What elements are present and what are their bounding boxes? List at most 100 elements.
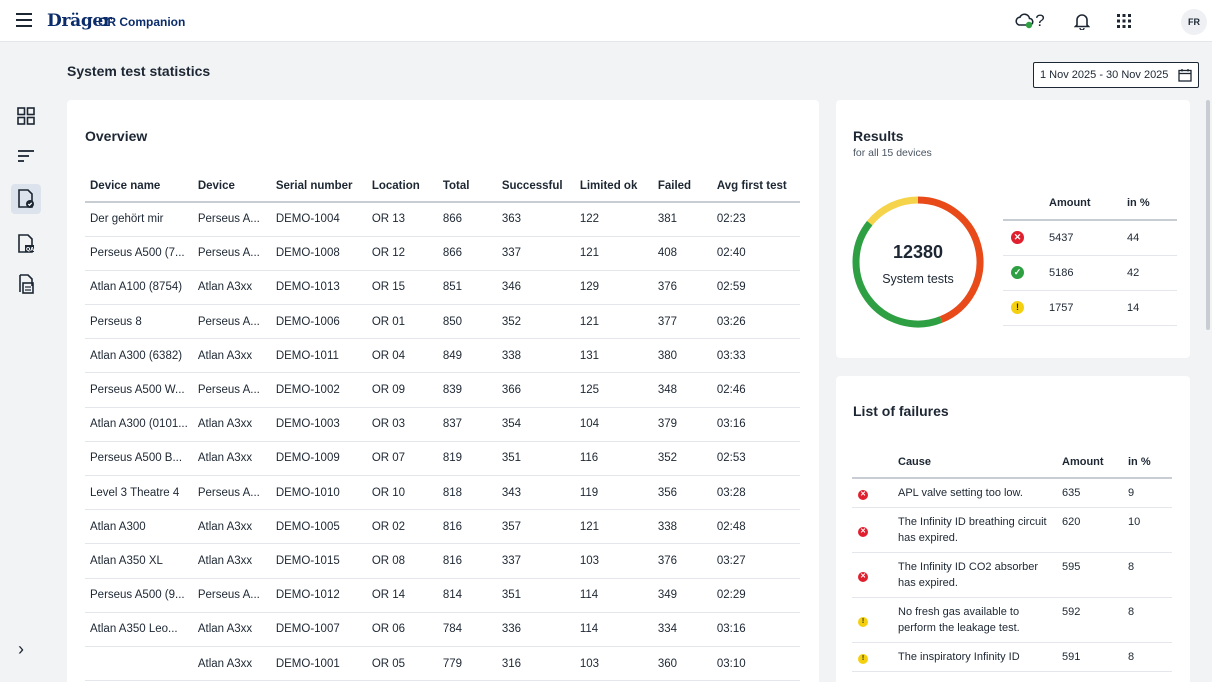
cell-avg-first-test: 03:16 xyxy=(711,612,800,647)
help-icon[interactable]: ? xyxy=(1028,9,1052,33)
cell-successful: 354 xyxy=(496,407,575,442)
table-row[interactable]: Atlan A100 (8754) Atlan A3xx DEMO-1013 OR 1… xyxy=(85,270,800,306)
cell-avg-first-test: 03:27 xyxy=(711,543,800,579)
cell-limited-ok: 114 xyxy=(574,612,653,647)
cell-failed: 334 xyxy=(652,612,712,647)
warning-status-icon: ! xyxy=(858,617,868,627)
user-avatar[interactable]: FR xyxy=(1181,9,1207,35)
col-limited-ok[interactable]: Limited ok xyxy=(574,170,653,203)
failed-status-icon: ✕ xyxy=(858,527,868,537)
cell-failed: 356 xyxy=(652,475,712,511)
qa-report-icon[interactable]: QA xyxy=(14,232,38,256)
cell-successful: 343 xyxy=(496,475,575,511)
cell-location: OR 12 xyxy=(366,236,438,271)
table-row[interactable]: Atlan A350 XL Atlan A3xx DEMO-1015 OR 08 816… xyxy=(85,543,800,579)
cell-device: Perseus A... xyxy=(192,202,271,237)
col-serial-number[interactable]: Serial number xyxy=(270,170,367,203)
overview-title: Overview xyxy=(85,128,148,144)
cell-avg-first-test: 03:28 xyxy=(711,475,800,511)
cell-device: Atlan A3xx xyxy=(192,270,271,306)
table-row[interactable]: Level 3 Theatre 4 Perseus A... DEMO-1010 OR… xyxy=(85,475,800,511)
cell-location: OR 04 xyxy=(366,338,438,374)
cell-location: OR 13 xyxy=(366,202,438,237)
list-filter-icon[interactable] xyxy=(14,144,38,168)
cell-limited-ok: 131 xyxy=(574,338,653,374)
page-scrollbar[interactable] xyxy=(1206,100,1210,330)
failure-amount: 595 xyxy=(1056,552,1122,598)
table-row[interactable]: Perseus A500 (9... Perseus A... DEMO-1012 O… xyxy=(85,578,800,613)
cell-device: Atlan A3xx xyxy=(192,612,271,647)
results-percent: 42 xyxy=(1119,255,1177,291)
cell-device: Perseus A... xyxy=(192,304,271,340)
col-total[interactable]: Total xyxy=(437,170,497,203)
cell-device-name: Atlan A100 (8754) xyxy=(85,270,193,306)
col-location[interactable]: Location xyxy=(366,170,438,203)
cell-device: Perseus A... xyxy=(192,236,271,271)
table-row[interactable]: Atlan A300 Atlan A3xx DEMO-1005 OR 02 816 357… xyxy=(85,509,800,545)
cell-serial-number: DEMO-1005 xyxy=(270,509,367,545)
table-row[interactable]: Perseus 8 Perseus A... DEMO-1006 OR 01 850 35… xyxy=(85,304,800,340)
expand-nav-chevron-icon[interactable]: › xyxy=(18,639,24,660)
cell-serial-number: DEMO-1007 xyxy=(270,612,367,647)
cell-avg-first-test: 03:16 xyxy=(711,407,800,442)
table-row[interactable]: Atlan A300 (6382) Atlan A3xx DEMO-1011 OR 0… xyxy=(85,338,800,374)
failure-amount: 591 xyxy=(1056,642,1122,672)
documents-icon[interactable] xyxy=(14,272,38,296)
failure-row[interactable]: ✕ The Infinity ID breathing circuit has e… xyxy=(852,507,1172,553)
cell-device: Atlan A3xx xyxy=(192,646,271,682)
cell-successful: 357 xyxy=(496,509,575,545)
apps-grid-icon[interactable] xyxy=(1112,9,1136,33)
menu-icon[interactable] xyxy=(16,13,32,27)
bell-icon[interactable] xyxy=(1070,9,1094,33)
table-row[interactable]: Der gehört mir Perseus A... DEMO-1004 OR 13… xyxy=(85,202,800,237)
app-name: OR Companion xyxy=(98,15,186,29)
cell-location: OR 03 xyxy=(366,407,438,442)
cell-avg-first-test: 03:26 xyxy=(711,304,800,340)
cell-device: Perseus A... xyxy=(192,372,271,408)
date-range-picker[interactable]: 1 Nov 2025 - 30 Nov 2025 xyxy=(1033,62,1199,88)
col-device[interactable]: Device xyxy=(192,170,271,203)
cell-serial-number: DEMO-1013 xyxy=(270,270,367,306)
col-avg-first-test[interactable]: Avg first test xyxy=(711,170,800,203)
failure-row[interactable]: ! No fresh gas available to perform the l… xyxy=(852,597,1172,643)
table-row[interactable]: Perseus A500 W... Perseus A... DEMO-1002 OR… xyxy=(85,372,800,408)
cell-device-name: Atlan A350 Leo... xyxy=(85,612,193,647)
overview-table: Device name Device Serial number Locatio… xyxy=(85,170,800,682)
col-device-name[interactable]: Device name xyxy=(85,170,193,203)
col-successful[interactable]: Successful xyxy=(496,170,575,203)
cell-failed: 349 xyxy=(652,578,712,613)
cell-location: OR 06 xyxy=(366,612,438,647)
cell-serial-number: DEMO-1004 xyxy=(270,202,367,237)
warning-status-icon: ! xyxy=(1011,301,1024,314)
failure-row[interactable]: ✕ The Infinity ID CO2 absorber has expire… xyxy=(852,552,1172,598)
donut-segment-limited xyxy=(867,196,919,226)
failure-row[interactable]: ✕ APL valve setting too low. 635 9 xyxy=(852,478,1172,508)
cell-successful: 338 xyxy=(496,338,575,374)
calendar-icon[interactable] xyxy=(1178,68,1192,85)
cell-location: OR 01 xyxy=(366,304,438,340)
cell-failed: 377 xyxy=(652,304,712,340)
table-row[interactable]: Perseus A500 B... Atlan A3xx DEMO-1009 OR 0… xyxy=(85,441,800,477)
table-row[interactable]: Atlan A3xx DEMO-1001 OR 05 779 316 103 360 03:1… xyxy=(85,646,800,682)
dashboard-grid-icon[interactable] xyxy=(14,104,38,128)
col-failed[interactable]: Failed xyxy=(652,170,712,203)
cell-avg-first-test: 02:46 xyxy=(711,372,800,408)
results-amount: 5186 xyxy=(1041,255,1119,291)
table-row[interactable]: Atlan A350 Leo... Atlan A3xx DEMO-1007 OR 0… xyxy=(85,612,800,647)
failure-row[interactable]: ! The inspiratory Infinity ID 591 8 xyxy=(852,642,1172,672)
system-test-report-icon[interactable] xyxy=(11,184,41,214)
cell-device: Atlan A3xx xyxy=(192,441,271,477)
cell-avg-first-test: 02:59 xyxy=(711,270,800,306)
cell-total: 816 xyxy=(437,509,497,545)
failure-cause: No fresh gas available to perform the le… xyxy=(892,597,1056,643)
results-card: Results for all 15 devices 12380 System … xyxy=(836,100,1190,358)
cell-successful: 363 xyxy=(496,202,575,237)
col-percent: in % xyxy=(1119,186,1177,221)
cell-total: 816 xyxy=(437,543,497,579)
cell-total: 819 xyxy=(437,441,497,477)
table-row[interactable]: Atlan A300 (0101... Atlan A3xx DEMO-1003 OR… xyxy=(85,407,800,442)
failed-status-icon: ✕ xyxy=(1011,231,1024,245)
cell-total: 837 xyxy=(437,407,497,442)
cell-failed: 352 xyxy=(652,441,712,477)
table-row[interactable]: Perseus A500 (7... Perseus A... DEMO-1008 O… xyxy=(85,236,800,271)
